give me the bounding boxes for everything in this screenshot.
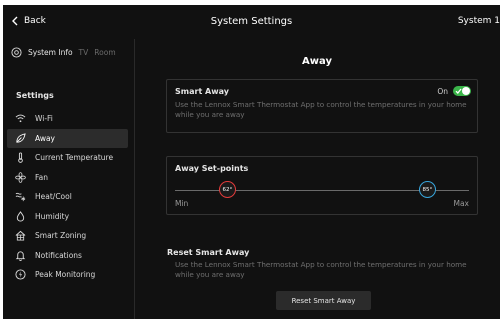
header: Back System Settings System 1 [3, 5, 500, 39]
heat-cool-icon [15, 193, 26, 202]
toggle-knob [462, 87, 470, 95]
range-max-label: Max [453, 199, 469, 208]
sidebar-item-label: Wi-Fi [35, 114, 53, 124]
reset-smart-away-description: Use the Lennox Smart Thermostat App to c… [175, 260, 467, 279]
sidebar-item-label: Humidity [35, 211, 70, 221]
tab-tv[interactable]: TV [79, 48, 89, 57]
smart-away-label: Smart Away [175, 87, 229, 96]
reset-smart-away-label: Reset Smart Away [167, 248, 250, 257]
sidebar-item-label: Notifications [35, 250, 82, 260]
sidebar-item-fan[interactable]: Fan [7, 168, 128, 188]
sidebar-item-smart-zoning[interactable]: Smart Zoning [7, 226, 128, 246]
zoning-icon [15, 231, 26, 241]
reset-smart-away-button[interactable]: Reset Smart Away [276, 291, 371, 310]
section-title: Away [302, 56, 332, 67]
smart-away-description: Use the Lennox Smart Thermostat App to c… [175, 100, 467, 119]
toggle-state-label: On [437, 86, 448, 96]
bell-icon [15, 251, 26, 261]
fan-icon [15, 171, 26, 183]
setpoints-card: Away Set-points 62° 85° Min Max [166, 156, 478, 215]
sidebar-item-notifications[interactable]: Notifications [7, 246, 128, 266]
sidebar: System Info TV Room Settings Wi-Fi Away [3, 39, 135, 319]
app-window: Back System Settings System 1 System Inf… [3, 5, 500, 319]
tab-system-info[interactable]: System Info [28, 48, 73, 57]
sidebar-item-wifi[interactable]: Wi-Fi [7, 109, 128, 129]
thermometer-icon [18, 152, 23, 164]
cool-setpoint-thumb[interactable]: 85° [418, 181, 436, 198]
main-panel: Away Smart Away On Use the Lennox Smart … [134, 39, 500, 319]
check-icon [455, 88, 462, 94]
smart-away-toggle[interactable] [453, 86, 471, 96]
sidebar-item-away[interactable]: Away [7, 128, 128, 148]
sidebar-item-heat-cool[interactable]: Heat/Cool [7, 187, 128, 207]
system-tabs: System Info TV Room [11, 47, 116, 58]
sidebar-item-label: Fan [35, 172, 48, 182]
setpoints-label: Away Set-points [175, 164, 249, 173]
sidebar-item-peak-monitoring[interactable]: Peak Monitoring [7, 265, 128, 285]
droplet-icon [16, 210, 25, 222]
tab-room[interactable]: Room [94, 48, 115, 57]
sidebar-item-label: Current Temperature [35, 153, 114, 163]
smart-away-card: Smart Away On Use the Lennox Smart Therm… [166, 79, 478, 133]
heat-setpoint-thumb[interactable]: 62° [218, 181, 236, 198]
smart-away-toggle-group: On [437, 86, 471, 96]
settings-menu: Wi-Fi Away Current Temperature Fan Heat/… [7, 109, 128, 285]
sidebar-item-label: Peak Monitoring [35, 270, 96, 280]
page-title: System Settings [210, 16, 293, 27]
wifi-icon [15, 114, 26, 123]
sidebar-item-current-temperature[interactable]: Current Temperature [7, 148, 128, 168]
sidebar-item-label: Away [35, 133, 55, 143]
range-min-label: Min [175, 199, 189, 208]
lightning-icon [15, 269, 26, 280]
settings-heading: Settings [16, 91, 54, 100]
system-info-icon [11, 47, 22, 58]
sidebar-item-label: Smart Zoning [35, 231, 87, 241]
sidebar-item-label: Heat/Cool [35, 192, 72, 202]
sidebar-item-humidity[interactable]: Humidity [7, 207, 128, 227]
leaf-icon [16, 133, 26, 143]
system-name[interactable]: System 1 [458, 16, 500, 26]
